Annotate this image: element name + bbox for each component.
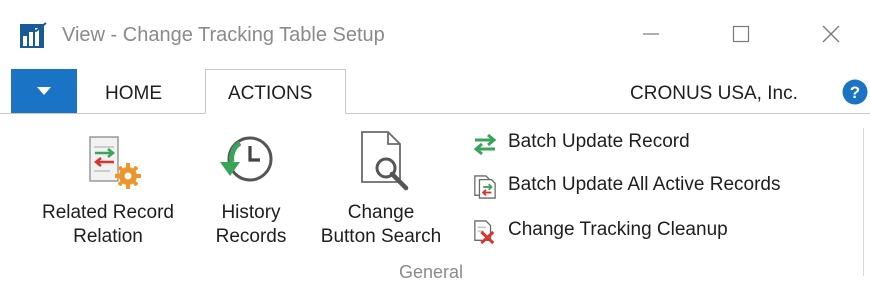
minimize-icon (643, 33, 659, 35)
file-menu-button[interactable] (11, 69, 77, 113)
company-name[interactable]: CRONUS USA, Inc. (630, 83, 798, 105)
batch-update-record-label: Batch Update Record (508, 131, 690, 152)
history-records-label-2: Records (215, 226, 287, 247)
change-button-search-label-2: Button Search (320, 226, 442, 247)
window-title: View - Change Tracking Table Setup (62, 24, 385, 46)
minimize-button[interactable] (628, 14, 674, 54)
tab-actions[interactable]: ACTIONS (228, 83, 312, 105)
svg-text:?: ? (850, 83, 860, 102)
related-record-relation-label-1: Related Record (41, 202, 175, 223)
related-record-relation-label-2: Relation (73, 226, 143, 247)
change-tracking-cleanup-label: Change Tracking Cleanup (508, 219, 728, 240)
history-clock-icon (220, 136, 273, 182)
history-records-label-1: History (221, 202, 281, 223)
documents-swap-icon (474, 175, 496, 199)
document-delete-icon (474, 220, 495, 244)
app-logo-icon (20, 22, 47, 48)
help-icon[interactable]: ? (842, 79, 868, 105)
close-icon (822, 25, 840, 43)
change-tracking-cleanup-button[interactable]: Change Tracking Cleanup (472, 218, 792, 246)
change-button-search-label-1: Change (347, 202, 415, 223)
batch-update-record-button[interactable]: Batch Update Record (472, 130, 772, 158)
ribbon-group-label: General (399, 262, 464, 282)
dropdown-arrow-icon (37, 87, 51, 95)
related-record-relation-icon (89, 136, 141, 189)
ribbon-group-separator (863, 128, 864, 276)
title-bar: View - Change Tracking Table Setup (0, 0, 870, 68)
batch-update-all-active-records-button[interactable]: Batch Update All Active Records (472, 173, 852, 201)
swap-arrows-icon (473, 133, 497, 156)
document-search-icon (361, 131, 409, 191)
close-button[interactable] (808, 14, 854, 54)
tab-home[interactable]: HOME (105, 83, 162, 105)
maximize-icon (732, 25, 750, 43)
batch-update-all-active-records-label: Batch Update All Active Records (508, 174, 781, 195)
maximize-button[interactable] (718, 14, 764, 54)
